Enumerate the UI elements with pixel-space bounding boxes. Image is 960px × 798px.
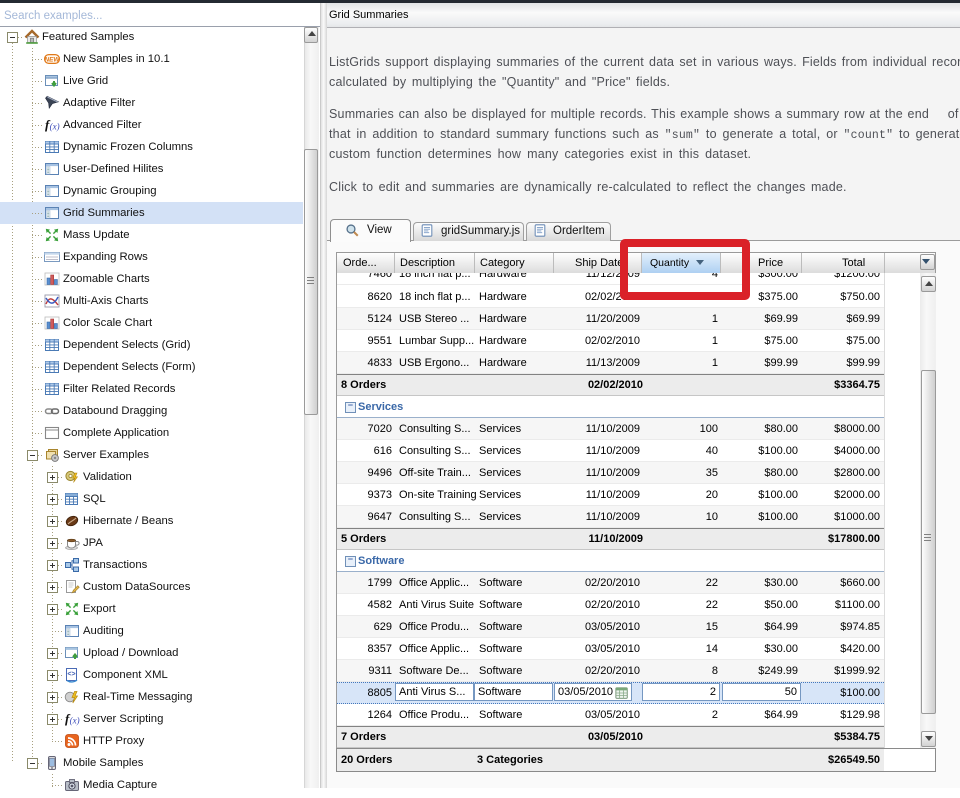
svg-text:<>: <> xyxy=(67,671,75,678)
svg-text:(x): (x) xyxy=(50,121,60,131)
svg-text:NEW: NEW xyxy=(45,56,60,63)
svg-text:(x): (x) xyxy=(70,715,80,725)
